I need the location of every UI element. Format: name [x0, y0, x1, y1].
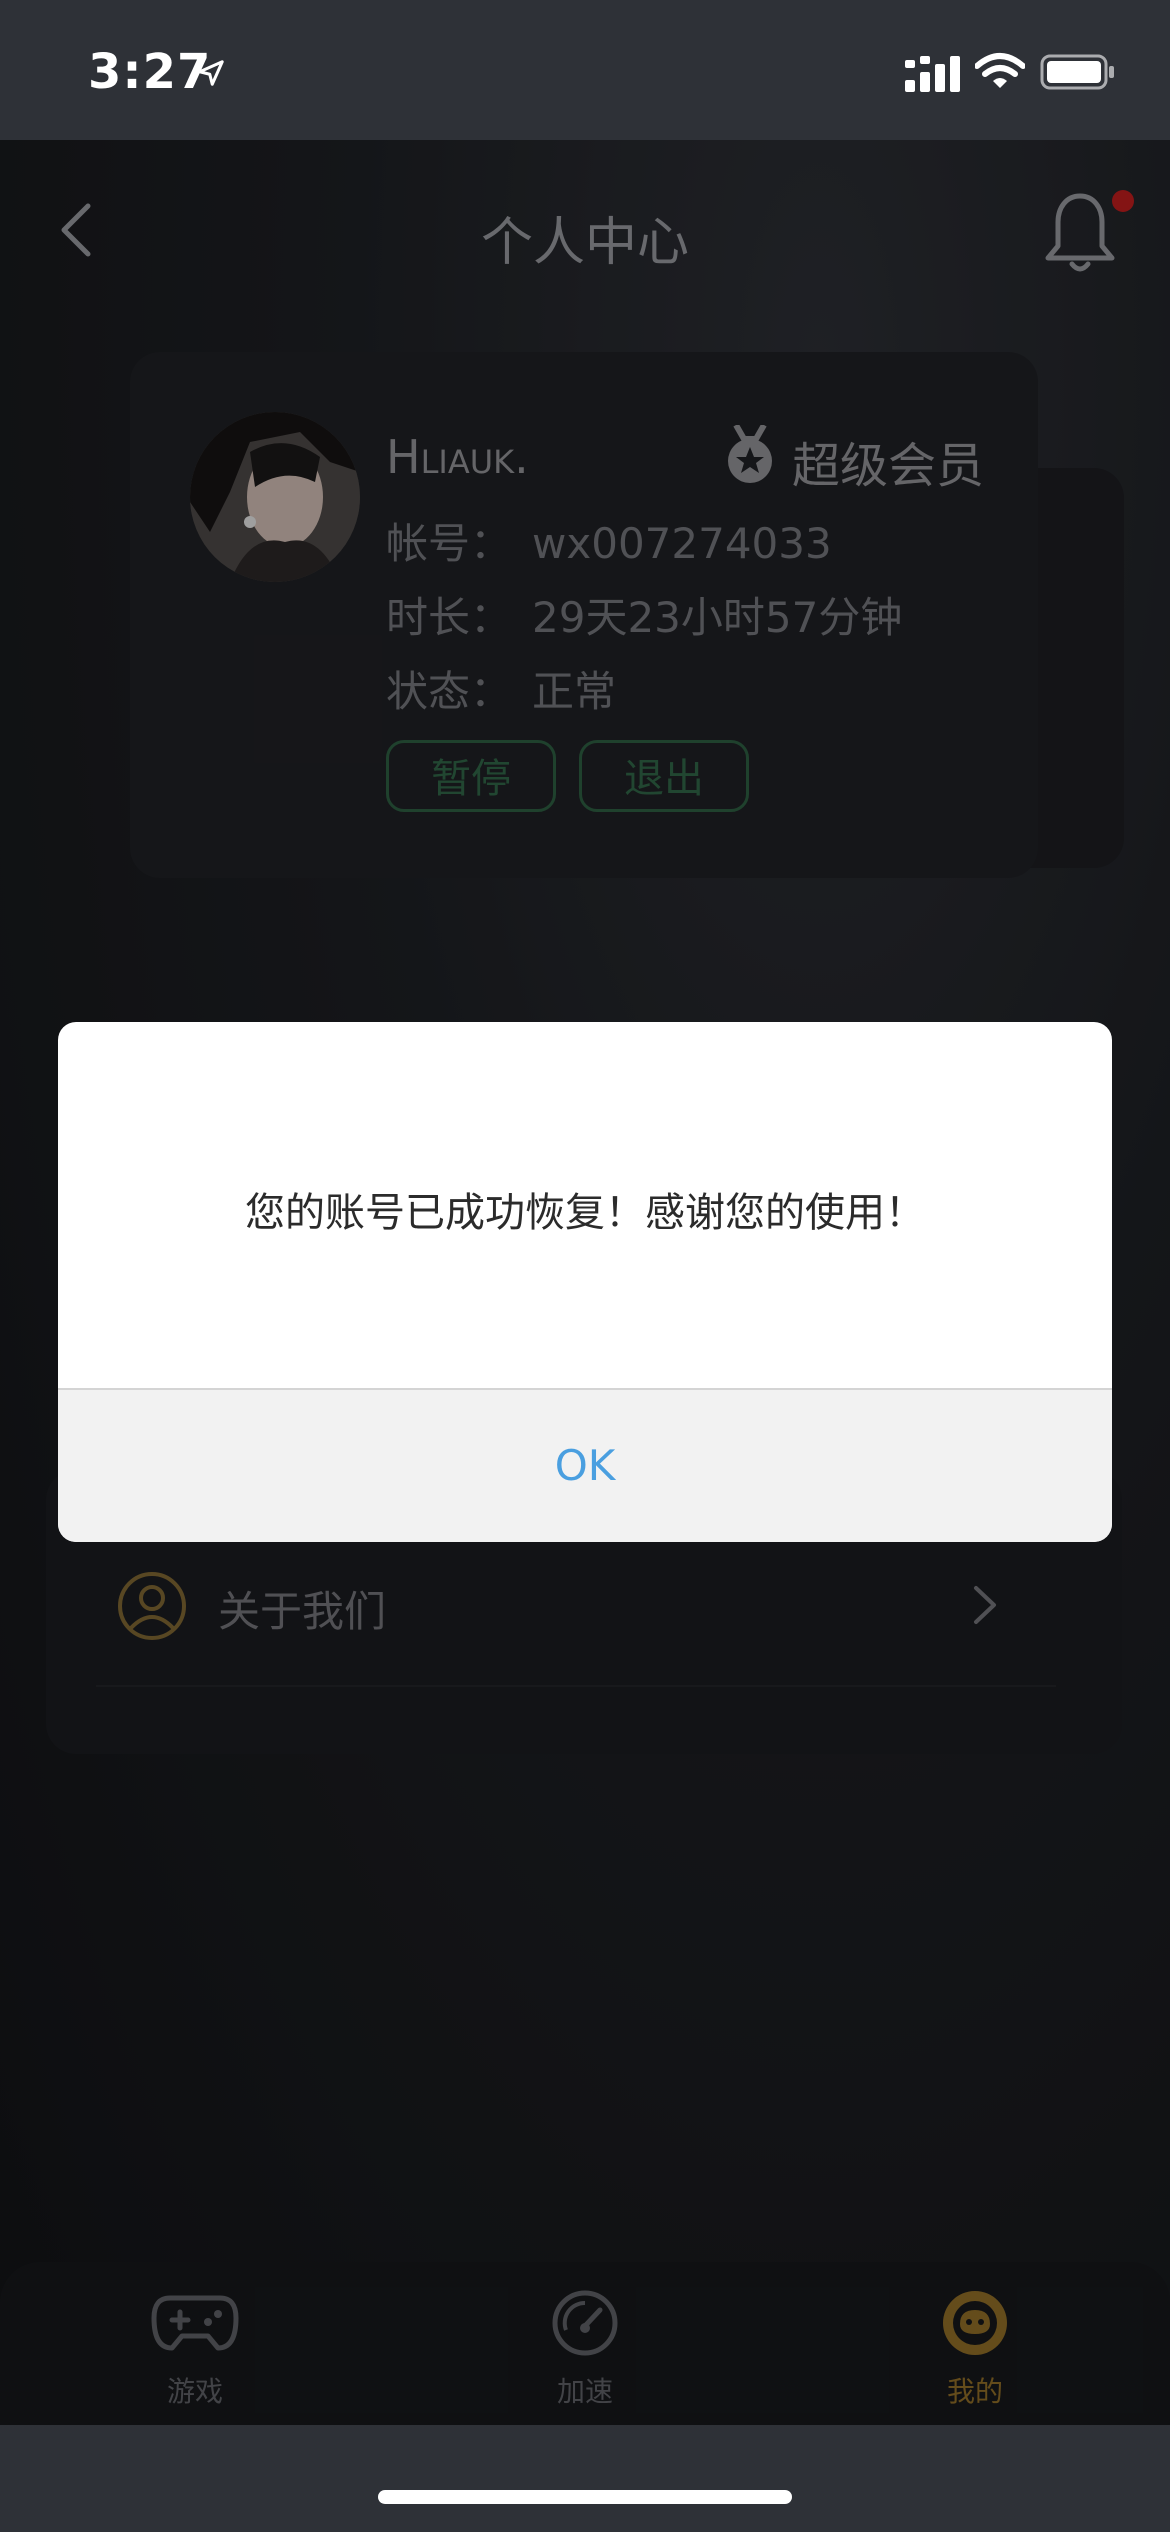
- home-indicator-area: [0, 2425, 1170, 2532]
- ok-button[interactable]: OK: [58, 1390, 1112, 1542]
- home-indicator[interactable]: [378, 2490, 792, 2504]
- dialog-message: 您的账号已成功恢复！感谢您的使用！: [245, 1190, 925, 1236]
- battery-icon: [1040, 54, 1114, 90]
- alert-dialog: 您的账号已成功恢复！感谢您的使用！ OK: [58, 1022, 1112, 1542]
- status-time: 3:27: [88, 44, 212, 100]
- cellular-signal-icon: [905, 56, 960, 92]
- dialog-footer: OK: [58, 1390, 1112, 1542]
- wifi-icon: [975, 53, 1025, 88]
- status-bar: 3:27: [0, 0, 1170, 140]
- location-arrow-icon: [198, 60, 224, 86]
